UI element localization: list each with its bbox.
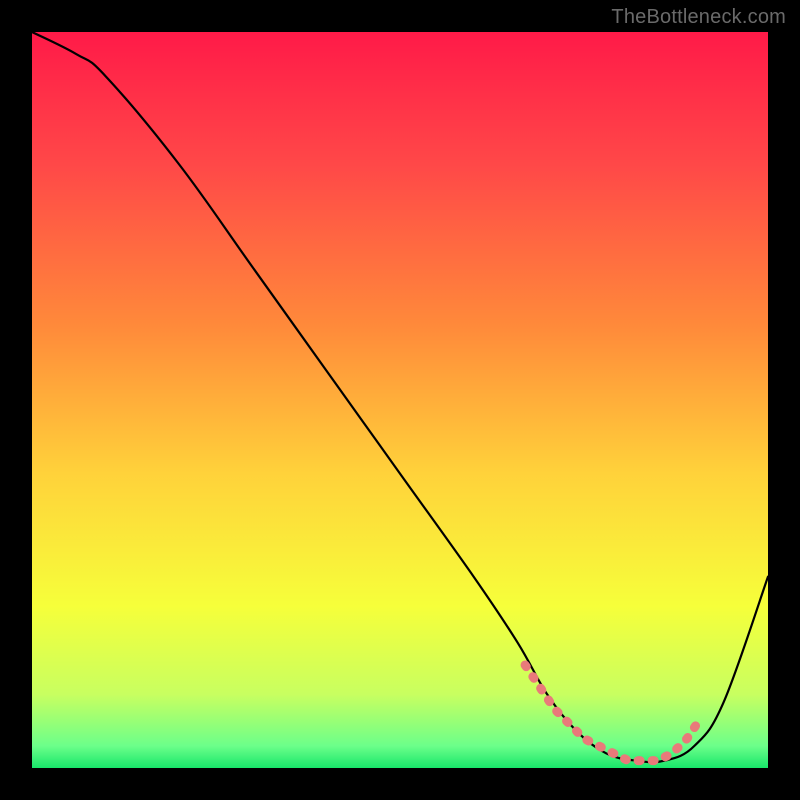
chart-svg bbox=[32, 32, 768, 768]
attribution-text: TheBottleneck.com bbox=[611, 6, 786, 29]
chart-frame: TheBottleneck.com bbox=[0, 0, 800, 800]
bottleneck-curve-line bbox=[32, 32, 768, 762]
plot-gradient-area bbox=[32, 32, 768, 768]
optimal-region-dots bbox=[525, 665, 702, 761]
